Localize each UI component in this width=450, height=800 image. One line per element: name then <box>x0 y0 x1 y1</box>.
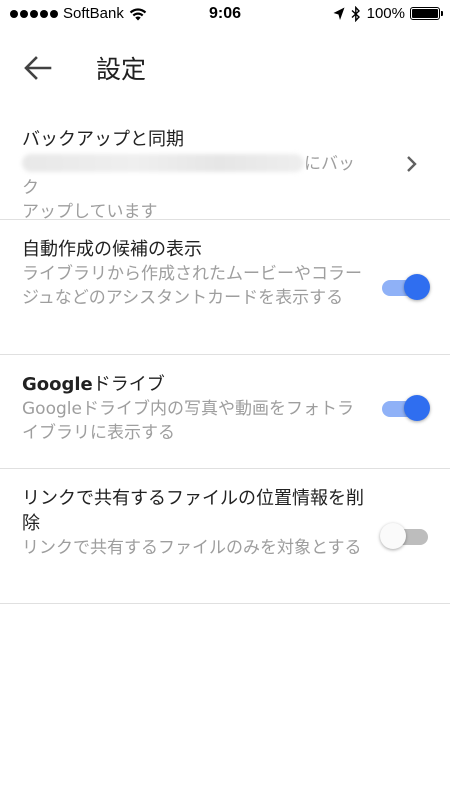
battery-percent: 100% <box>366 5 405 22</box>
toggle-thumb <box>404 274 430 300</box>
remove-location-toggle[interactable] <box>380 521 430 551</box>
back-button[interactable] <box>22 54 54 82</box>
setting-title: リンクで共有するファイルの位置情報を削除 <box>22 488 364 534</box>
setting-title: Googleドライブ <box>22 372 367 397</box>
toggle-thumb <box>404 395 430 421</box>
app-bar: 設定 <box>0 30 450 106</box>
battery-icon <box>410 7 443 20</box>
bluetooth-icon <box>351 5 360 22</box>
setting-remove-location: リンクで共有するファイルの位置情報を削除 リンクで共有するファイルのみを対象とす… <box>0 469 450 604</box>
setting-description: にバック アップしています <box>22 152 367 224</box>
redacted-account-email <box>22 154 304 172</box>
suggestions-toggle[interactable] <box>380 272 430 302</box>
toggle-thumb <box>380 523 406 549</box>
setting-description: リンクで共有するファイルのみを対象とする <box>22 538 362 558</box>
settings-list: バックアップと同期 にバック アップしています 自動作成の候補の表示 ライブラリ… <box>0 110 450 604</box>
status-bar: SoftBank 9:06 100% <box>0 0 450 30</box>
status-right: 100% <box>333 5 443 22</box>
page-title: 設定 <box>96 55 147 84</box>
setting-description: ライブラリから作成されたムービーやコラージュなどのアシスタントカードを表示する <box>22 264 362 308</box>
setting-google-drive: Googleドライブ Googleドライブ内の写真や動画をフォトライブラリに表示… <box>0 355 450 469</box>
title-rest: ドライブ <box>92 374 165 395</box>
chevron-right-icon <box>407 156 417 172</box>
setting-show-suggestions: 自動作成の候補の表示 ライブラリから作成されたムービーやコラージュなどのアシスタ… <box>0 220 450 355</box>
setting-title: バックアップと同期 <box>22 129 184 150</box>
setting-description: Googleドライブ内の写真や動画をフォトライブラリに表示する <box>22 399 354 443</box>
location-arrow-icon <box>333 7 345 20</box>
google-drive-toggle[interactable] <box>380 393 430 423</box>
backup-desc-line2: アップしています <box>22 202 158 222</box>
arrow-back-icon <box>24 56 52 80</box>
setting-title: 自動作成の候補の表示 <box>22 239 202 260</box>
setting-backup-sync[interactable]: バックアップと同期 にバック アップしています <box>0 110 450 222</box>
title-bold: Google <box>22 374 93 395</box>
